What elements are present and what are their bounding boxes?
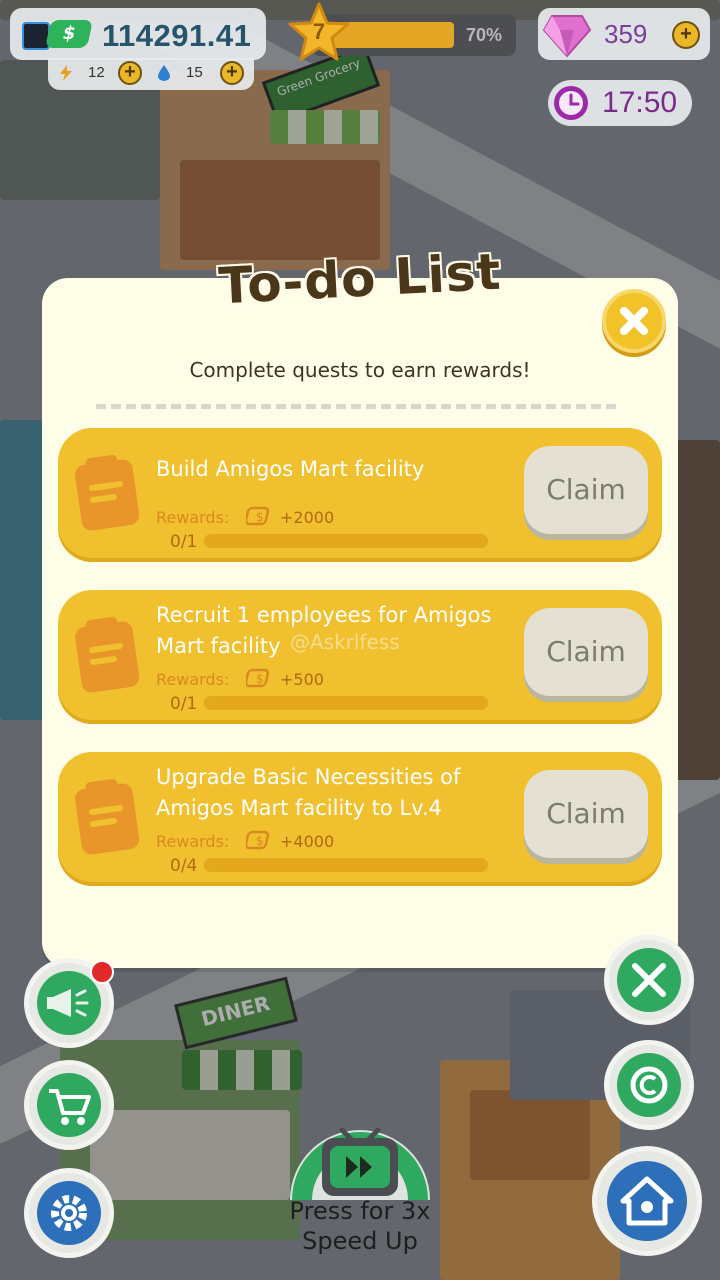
svg-text:$: $ — [256, 510, 264, 524]
app-icon — [22, 22, 50, 50]
clock-icon — [554, 86, 588, 120]
progress-bar — [204, 696, 488, 710]
watermark: @Askrlfess — [290, 630, 400, 654]
progress-bar — [204, 858, 488, 872]
quest-title: Build Amigos Mart facility — [156, 457, 425, 481]
quest-title: Upgrade Basic Necessities of Amigos Mart… — [156, 765, 461, 820]
speed-up-tv-icon — [290, 1127, 430, 1201]
energy-value: 12 — [88, 64, 105, 81]
add-water-button[interactable]: + — [220, 61, 244, 85]
speed-up-line2: Speed Up — [302, 1227, 418, 1255]
gems-display: 359 + — [538, 8, 710, 60]
close-icon — [620, 307, 648, 335]
quest-card: Build Amigos Mart facility Rewards: $ +2… — [58, 428, 662, 558]
speed-up-label: Press for 3x Speed Up — [0, 1196, 720, 1256]
progress-text: 0/1 — [170, 532, 198, 552]
coupon-icon — [617, 1053, 681, 1117]
divider — [96, 404, 616, 409]
cart-icon — [37, 1073, 101, 1137]
reward-value: +4000 — [280, 832, 335, 851]
timer-value: 17:50 — [602, 86, 678, 119]
svg-text:$: $ — [256, 834, 264, 848]
rewards-label: Rewards: — [156, 508, 230, 527]
tools-button[interactable] — [604, 935, 694, 1025]
progress-text: 0/1 — [170, 694, 198, 714]
gems-value: 359 — [604, 19, 648, 49]
claim-button[interactable]: Claim — [524, 770, 648, 858]
claim-button[interactable]: Claim — [524, 608, 648, 696]
quest-card: Upgrade Basic Necessities of Amigos Mart… — [58, 752, 662, 882]
cash-icon: $ — [45, 20, 93, 48]
speed-up-line1: Press for 3x — [289, 1197, 431, 1225]
quest-card: Recruit 1 employees for Amigos Mart faci… — [58, 590, 662, 720]
add-gems-button[interactable]: + — [672, 21, 700, 49]
cash-display: $ 114291.41 — [10, 8, 266, 60]
rewards-label: Rewards: — [156, 670, 230, 689]
level-progress-text: 70% — [465, 25, 502, 45]
timer-display: 17:50 — [548, 80, 692, 126]
progress-bar — [204, 534, 488, 548]
megaphone-icon — [37, 971, 101, 1035]
reward-value: +500 — [280, 670, 324, 689]
claim-button[interactable]: Claim — [524, 446, 648, 534]
cash-reward-icon: $ — [246, 506, 270, 526]
level-star-icon: 7 — [288, 2, 350, 62]
cash-value: 114291.41 — [102, 18, 252, 53]
water-value: 15 — [186, 64, 203, 81]
modal-subtitle: Complete quests to earn rewards! — [189, 358, 531, 382]
cash-reward-icon: $ — [246, 830, 270, 850]
clipboard-icon — [75, 454, 140, 531]
water-drop-icon — [158, 65, 170, 81]
energy-icon — [60, 65, 72, 81]
shop-button[interactable] — [24, 1060, 114, 1150]
level-number: 7 — [312, 19, 326, 44]
level-progress-fill — [332, 22, 454, 48]
gem-icon — [542, 15, 592, 58]
add-energy-button[interactable]: + — [118, 61, 142, 85]
resources-display: 12 + 15 + — [48, 58, 254, 90]
close-button[interactable] — [602, 289, 666, 353]
clipboard-icon — [75, 616, 140, 693]
progress-text: 0/4 — [170, 856, 198, 876]
clipboard-icon — [75, 778, 140, 855]
tools-icon — [617, 948, 681, 1012]
reward-value: +2000 — [280, 508, 335, 527]
cash-reward-icon: $ — [246, 668, 270, 688]
svg-text:$: $ — [256, 672, 264, 686]
coupon-button[interactable] — [604, 1040, 694, 1130]
rewards-label: Rewards: — [156, 832, 230, 851]
notification-badge — [90, 960, 114, 984]
